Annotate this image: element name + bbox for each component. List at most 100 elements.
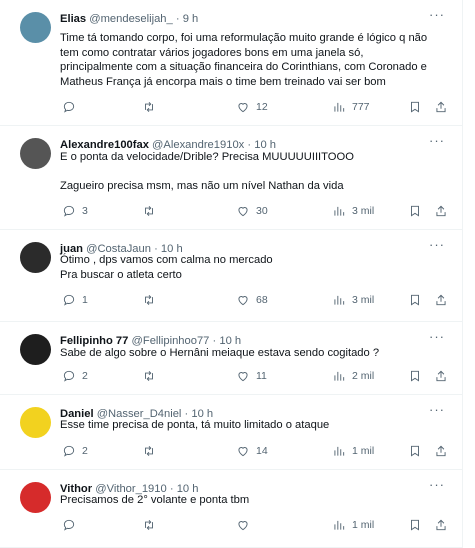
bookmark-button[interactable] [402,202,422,220]
more-dots-icon[interactable]: ··· [428,330,446,346]
user-handle[interactable]: @mendeselijah_ [89,13,173,25]
bookmark-icon [408,293,422,307]
retweet-button[interactable] [136,367,162,385]
share-icon [434,518,448,532]
likes-count: 30 [256,205,268,217]
replies-count: 2 [82,370,88,382]
share-button[interactable] [428,516,448,534]
retweet-button[interactable] [136,291,162,309]
share-icon [434,204,448,218]
tweet-text-line: Sabe de algo sobre o Hernâni meiaque est… [60,347,380,359]
views-button[interactable]: 1 mil [326,516,374,534]
like-button[interactable]: 14 [230,442,268,460]
views-count: 1 mil [352,445,375,457]
retweet-button[interactable] [136,516,162,534]
share-button[interactable] [428,367,448,385]
more-dots-icon[interactable]: ··· [428,134,446,150]
reply-tweet[interactable]: juan @CostaJaun · 10 h ··· Ótimo , dps vam… [0,230,462,322]
timestamp[interactable]: 9 h [183,13,199,25]
replies-feed: Elias @mendeselijah_ · 9 h ··· Time tá tom… [0,0,463,548]
views-button[interactable]: 777 [326,98,370,116]
more-dots-icon[interactable]: ··· [428,478,446,494]
reply-button[interactable]: 2 [56,367,88,385]
reply-tweet[interactable]: Alexandre100fax @Alexandre1910x · 10 h ··… [0,126,462,230]
tweet-text: E o ponta da velocidade/Drible? Precisa … [60,150,450,194]
like-button[interactable]: 11 [230,367,267,385]
avatar[interactable] [20,407,51,438]
avatar[interactable] [20,482,51,513]
like-button[interactable]: 30 [230,202,268,220]
retweet-button[interactable] [136,98,162,116]
views-button[interactable]: 3 mil [326,202,374,220]
retweet-icon [142,100,156,114]
bookmark-button[interactable] [402,516,422,534]
more-dots-icon[interactable]: ··· [428,403,446,419]
views-count: 1 mil [352,519,375,531]
retweet-icon [142,204,156,218]
replies-count: 1 [82,294,88,306]
reply-button[interactable] [56,516,82,534]
share-button[interactable] [428,442,448,460]
views-icon [332,204,346,218]
views-icon [332,444,346,458]
reply-tweet[interactable]: Fellipinho 77 @Fellipinhoo77 · 10 h ··· Sa… [0,322,462,395]
avatar[interactable] [20,242,51,273]
reply-tweet[interactable]: Daniel @Nasser_D4niel · 10 h ··· Esse time… [0,395,462,470]
retweet-button[interactable] [136,202,162,220]
likes-count: 14 [256,445,268,457]
like-button[interactable]: 12 [230,98,268,116]
reply-button[interactable]: 1 [56,291,88,309]
like-button[interactable] [230,516,256,534]
likes-count: 68 [256,294,268,306]
views-count: 777 [352,101,370,113]
tweet-text-line: Zagueiro precisa msm, mas não um nível N… [60,180,344,192]
reply-icon [62,293,76,307]
share-icon [434,369,448,383]
views-count: 3 mil [352,205,375,217]
reply-button[interactable]: 3 [56,202,88,220]
tweet-text: Esse time precisa de ponta, tá muito lim… [60,418,450,433]
share-button[interactable] [428,98,448,116]
bookmark-icon [408,518,422,532]
reply-button[interactable] [56,98,82,116]
share-button[interactable] [428,291,448,309]
reply-tweet[interactable]: Vithor @Vithor_1910 · 10 h ··· Precisamos … [0,470,462,548]
bookmark-icon [408,369,422,383]
tweet-text-line: Precisamos de 2° volante e ponta tbm [60,494,250,506]
views-icon [332,518,346,532]
retweet-icon [142,293,156,307]
reply-icon [62,444,76,458]
user-display-name[interactable]: Elias [60,13,86,25]
tweet-actions: 2 14 1 mil [56,442,448,460]
reply-tweet[interactable]: Elias @mendeselijah_ · 9 h ··· Time tá tom… [0,0,462,126]
tweet-actions: 12 777 [56,98,448,116]
bookmark-button[interactable] [402,291,422,309]
tweet-text-line: E o ponta da velocidade/Drible? Precisa … [60,151,354,163]
avatar[interactable] [20,334,51,365]
reply-button[interactable]: 2 [56,442,88,460]
tweet-text: Precisamos de 2° volante e ponta tbm [60,493,450,508]
heart-icon [236,518,250,532]
heart-icon [236,204,250,218]
retweet-button[interactable] [136,442,162,460]
tweet-text: Sabe de algo sobre o Hernâni meiaque est… [60,346,450,361]
reply-icon [62,204,76,218]
bookmark-button[interactable] [402,367,422,385]
retweet-icon [142,444,156,458]
bookmark-button[interactable] [402,98,422,116]
views-button[interactable]: 3 mil [326,291,374,309]
views-button[interactable]: 2 mil [326,367,374,385]
bookmark-icon [408,100,422,114]
share-button[interactable] [428,202,448,220]
bookmark-button[interactable] [402,442,422,460]
views-button[interactable]: 1 mil [326,442,374,460]
like-button[interactable]: 68 [230,291,268,309]
tweet-header: Elias @mendeselijah_ · 9 h [60,12,426,26]
more-dots-icon[interactable]: ··· [428,8,446,24]
views-count: 2 mil [352,370,375,382]
tweet-text-line: Pra buscar o atleta certo [60,268,182,281]
avatar[interactable] [20,12,51,43]
avatar[interactable] [20,138,51,169]
tweet-text-line: Matheus França já encorpa mais o time be… [60,75,386,88]
more-dots-icon[interactable]: ··· [428,238,446,254]
